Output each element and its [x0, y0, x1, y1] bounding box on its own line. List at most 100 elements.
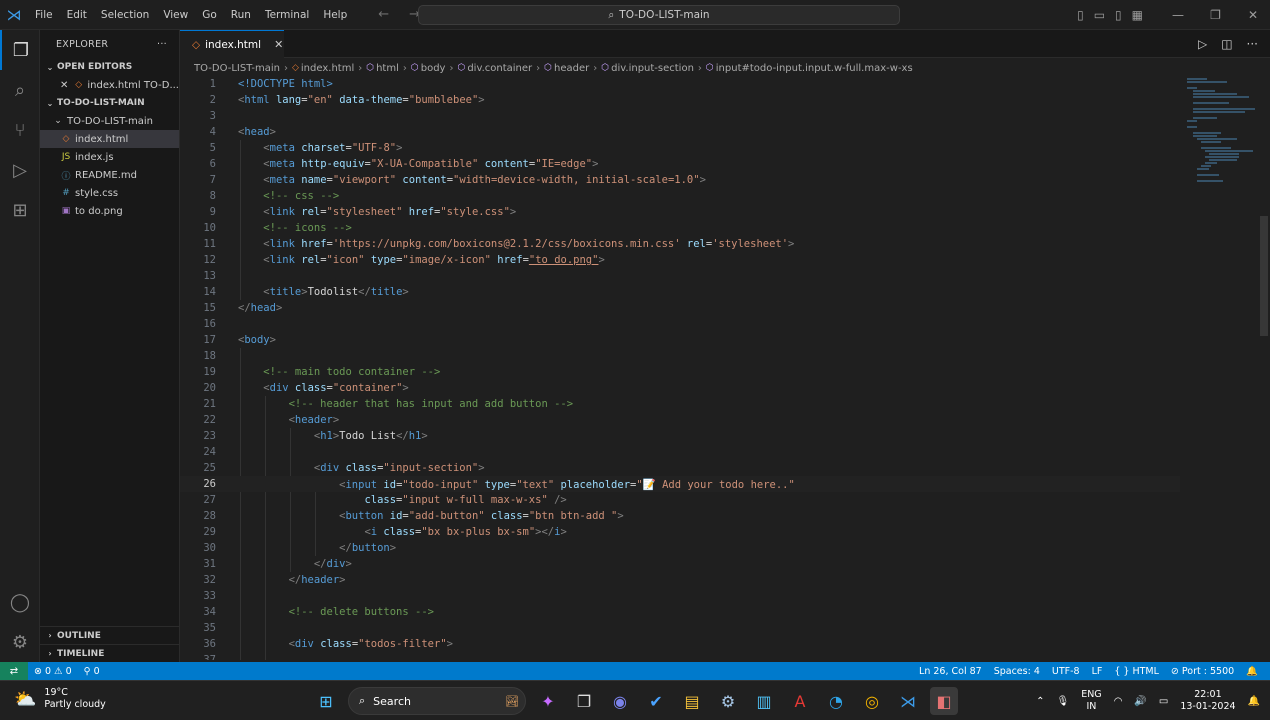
ports-indicator[interactable]: ⚲ 0 [78, 666, 106, 677]
chevron-right-icon: › [48, 649, 52, 658]
menu-help[interactable]: Help [316, 0, 354, 30]
gear-icon[interactable]: ⚙ [0, 622, 40, 662]
screen-recorder-icon[interactable]: ◧ [930, 687, 958, 715]
end-of-line[interactable]: LF [1086, 666, 1109, 677]
breadcrumb-item[interactable]: header [554, 63, 589, 74]
maximize-icon[interactable]: ❐ [1199, 8, 1233, 22]
menu-view[interactable]: View [156, 0, 195, 30]
volume-icon[interactable]: 🔊 [1134, 696, 1146, 707]
indentation[interactable]: Spaces: 4 [988, 666, 1046, 677]
close-icon[interactable]: ✕ [1236, 8, 1270, 22]
encoding[interactable]: UTF-8 [1046, 666, 1086, 677]
explorer-icon[interactable]: ❐ [0, 30, 40, 70]
menu-edit[interactable]: Edit [60, 0, 94, 30]
menu-file[interactable]: File [28, 0, 60, 30]
code-line: 27 class="input w-full max-w-xs" /> [203, 494, 567, 506]
weather-widget[interactable]: ⛅ 19°C Partly cloudy [14, 687, 106, 711]
split-editor-icon[interactable]: ◫ [1221, 37, 1232, 51]
account-icon[interactable]: ◯ [0, 582, 40, 622]
breadcrumb-item[interactable]: body [421, 63, 446, 74]
chevron-down-icon: ⌄ [46, 98, 54, 108]
toggle-sidebar-icon[interactable]: ▯ [1077, 8, 1084, 22]
language-indicator[interactable]: ENG IN [1081, 689, 1101, 713]
code-line: 35 [203, 622, 216, 634]
code-line: 5 <meta charset="UTF-8"> [209, 142, 403, 154]
task-view-icon[interactable]: ❐ [570, 687, 598, 715]
code-editor[interactable]: 1 <!DOCTYPE html> 2 <html lang="en" data-t… [180, 76, 1180, 660]
open-editors-section[interactable]: ⌄ OPEN EDITORS [40, 58, 179, 76]
more-actions-icon[interactable]: ··· [1247, 37, 1258, 51]
breadcrumb-item[interactable]: index.html [301, 63, 354, 74]
chrome-browser-icon[interactable]: ◎ [858, 687, 886, 715]
edge-browser-icon[interactable]: ◔ [822, 687, 850, 715]
vscode-taskbar-icon[interactable]: ⋊ [894, 687, 922, 715]
close-tab-icon[interactable]: ✕ [274, 38, 283, 51]
bell-icon[interactable]: 🔔 [1240, 666, 1264, 677]
todo-app-icon[interactable]: ✔ [642, 687, 670, 715]
minimize-icon[interactable]: — [1161, 8, 1195, 22]
chevron-up-icon[interactable]: ⌃ [1036, 696, 1044, 707]
teams-icon[interactable]: ◉ [606, 687, 634, 715]
settings-app-icon[interactable]: ⚙ [714, 687, 742, 715]
close-editor-icon[interactable]: ✕ [60, 80, 73, 91]
breadcrumb-item[interactable]: div.container [467, 63, 532, 74]
sidebar-bottom: › OUTLINE › TIMELINE [40, 626, 179, 662]
language-mode[interactable]: { } HTML [1108, 666, 1165, 677]
code-line: 4 <head> [209, 126, 276, 138]
layout-icon[interactable]: ▦ [1132, 8, 1143, 22]
editor-scrollbar[interactable] [1258, 76, 1270, 660]
command-center-search[interactable]: ⌕ TO-DO-LIST-main [418, 5, 900, 25]
cursor-position[interactable]: Ln 26, Col 87 [913, 666, 988, 677]
problems-indicator[interactable]: ⊗ 0 ⚠ 0 [28, 666, 78, 677]
file-explorer-icon[interactable]: ▤ [678, 687, 706, 715]
battery-icon[interactable]: ▭ [1159, 696, 1168, 707]
file-index-html[interactable]: ◇ index.html [40, 130, 179, 148]
scrollbar-thumb[interactable] [1260, 216, 1268, 336]
copilot-icon[interactable]: ✦ [534, 687, 562, 715]
tab-index-html[interactable]: ◇ index.html ✕ [180, 30, 284, 58]
menu-go[interactable]: Go [195, 0, 224, 30]
system-tray: ⌃ 🎙 ENG IN ◠ 🔊 ▭ 22:01 13-01-2024 🔔 [1036, 681, 1260, 720]
file-todo-png[interactable]: ▣ to do.png [40, 202, 179, 220]
run-icon[interactable]: ▷ [1198, 37, 1207, 51]
more-actions-icon[interactable]: ··· [157, 39, 167, 50]
source-control-icon[interactable]: ⑂ [0, 110, 40, 150]
clock[interactable]: 22:01 13-01-2024 [1180, 689, 1235, 713]
code-line: 34 <!-- delete buttons --> [203, 606, 434, 618]
live-server-port[interactable]: ⊘ Port : 5500 [1165, 666, 1240, 677]
run-debug-icon[interactable]: ▷ [0, 150, 40, 190]
notepad-icon[interactable]: ▥ [750, 687, 778, 715]
toggle-secondary-sidebar-icon[interactable]: ▯ [1115, 8, 1122, 22]
search-icon: ⌕ [359, 694, 366, 707]
back-arrow-icon[interactable]: ← [378, 7, 389, 22]
image-file-icon: ▣ [61, 206, 71, 216]
remote-icon[interactable]: ⇄ [0, 662, 28, 680]
file-readme[interactable]: ⓘ README.md [40, 166, 179, 184]
file-index-js[interactable]: JS index.js [40, 148, 179, 166]
file-style-css[interactable]: # style.css [40, 184, 179, 202]
breadcrumb-item[interactable]: div.input-section [611, 63, 694, 74]
outline-section[interactable]: › OUTLINE [40, 626, 179, 644]
subfolder-item[interactable]: ⌄ TO-DO-LIST-main [40, 112, 179, 130]
search-view-icon[interactable]: ⌕ [0, 70, 40, 110]
timeline-section[interactable]: › TIMELINE [40, 644, 179, 662]
menu-terminal[interactable]: Terminal [258, 0, 316, 30]
toggle-panel-icon[interactable]: ▭ [1094, 8, 1105, 22]
taskbar-apps: ⊞ ⌕ Search 🏞 ✦ ❐ ◉ ✔ ▤ ⚙ ▥ A ◔ ◎ ⋊ ◧ [312, 681, 958, 720]
notification-bell-icon[interactable]: 🔔 [1248, 696, 1260, 707]
windows-taskbar: ⛅ 19°C Partly cloudy ⊞ ⌕ Search 🏞 ✦ ❐ ◉ … [0, 680, 1270, 720]
open-editor-item[interactable]: ✕ ◇ index.html TO-D... [40, 76, 179, 94]
breadcrumb-item[interactable]: input#todo-input.input.w-full.max-w-xs [716, 63, 913, 74]
minimap[interactable] [1185, 76, 1257, 186]
office-app-icon[interactable]: A [786, 687, 814, 715]
menu-run[interactable]: Run [224, 0, 258, 30]
windows-start-icon[interactable]: ⊞ [312, 687, 340, 715]
breadcrumb-item[interactable]: TO-DO-LIST-main [194, 63, 280, 74]
extensions-icon[interactable]: ⊞ [0, 190, 40, 230]
microphone-icon[interactable]: 🎙 [1057, 696, 1070, 707]
breadcrumb-item[interactable]: html [376, 63, 399, 74]
folder-section[interactable]: ⌄ TO-DO-LIST-MAIN [40, 94, 179, 112]
taskbar-search[interactable]: ⌕ Search 🏞 [348, 687, 526, 715]
menu-selection[interactable]: Selection [94, 0, 156, 30]
wifi-icon[interactable]: ◠ [1114, 696, 1123, 707]
